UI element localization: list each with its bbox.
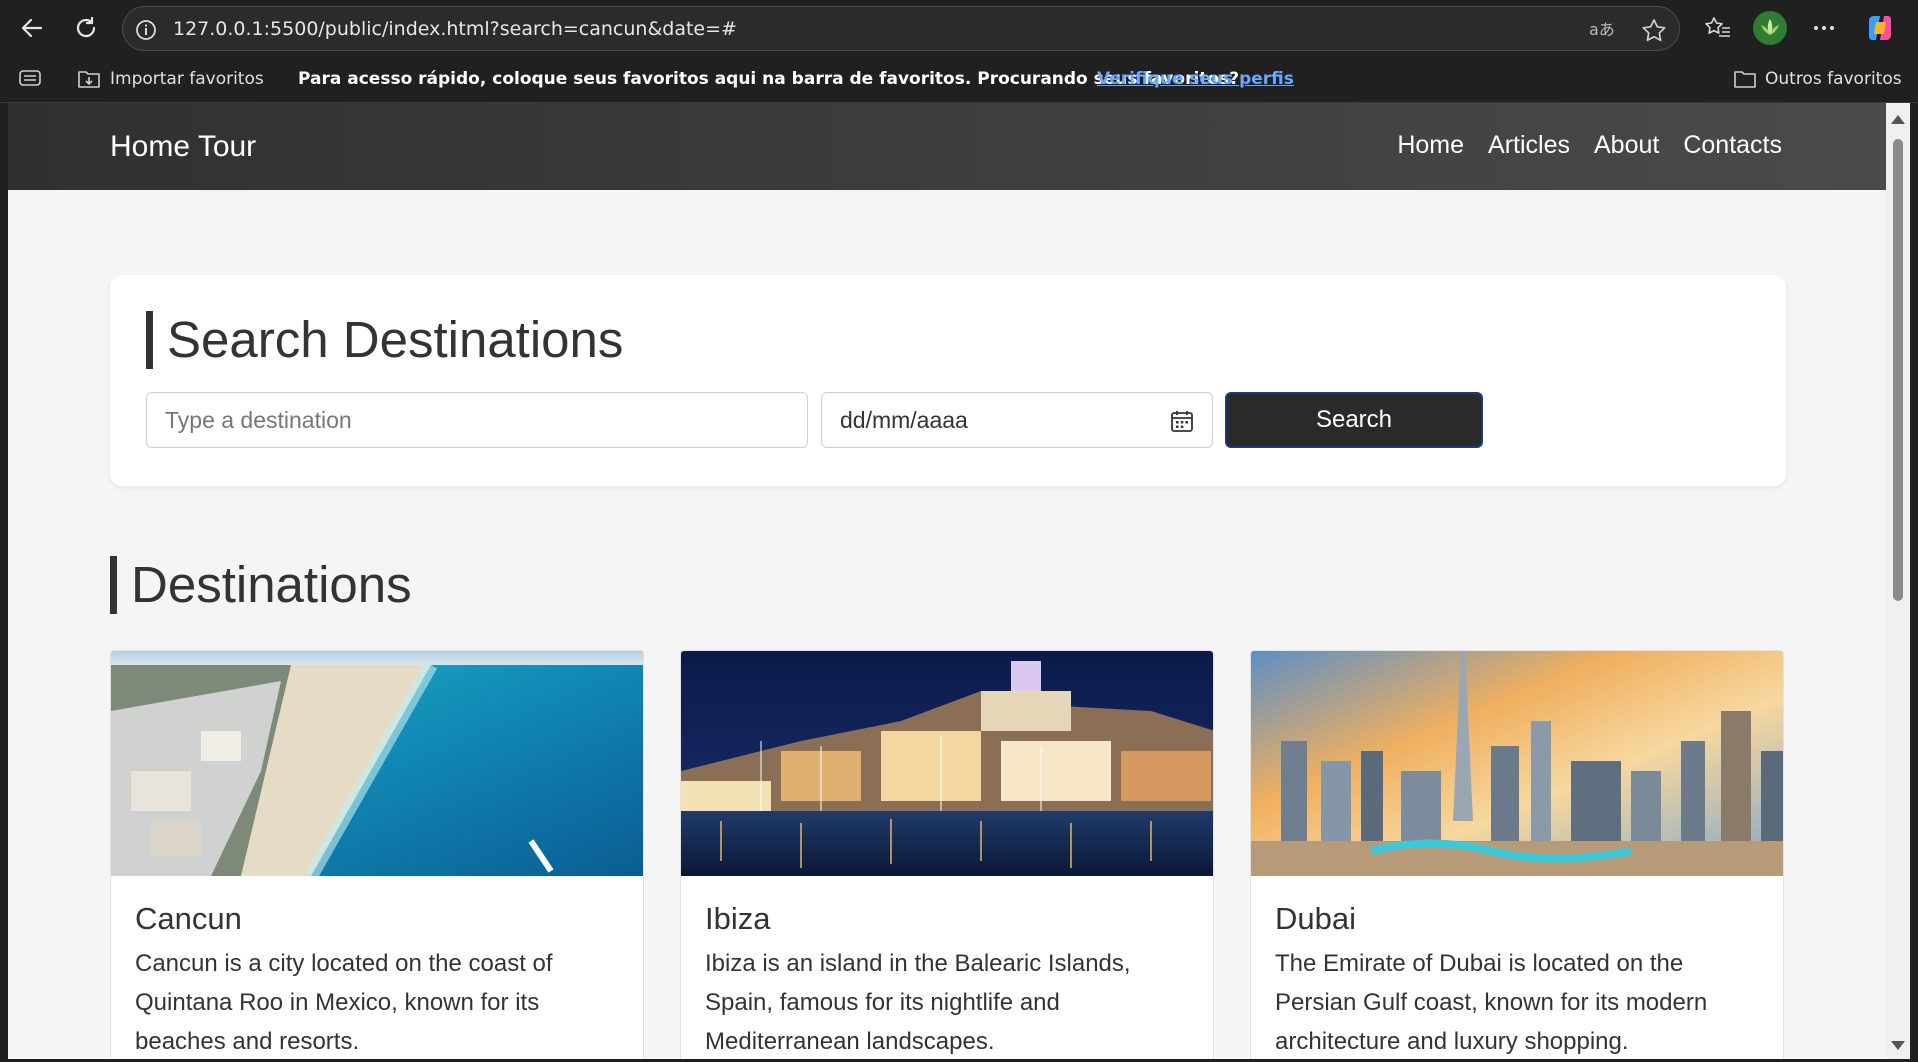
card-title: Cancun — [135, 901, 242, 936]
destination-input[interactable]: Type a destination — [146, 392, 808, 448]
page-viewport: Home Tour Home Articles About Contacts S… — [8, 103, 1886, 1059]
scroll-down-arrow-icon[interactable] — [1891, 1041, 1905, 1050]
card-description: The Emirate of Dubai is located on the P… — [1275, 950, 1708, 1055]
nav-home[interactable]: Home — [1397, 131, 1464, 160]
scroll-up-arrow-icon[interactable] — [1891, 115, 1905, 124]
card-title: Ibiza — [705, 901, 771, 936]
search-title: Search Destinations — [146, 311, 623, 369]
url-text[interactable]: 127.0.0.1:5500/public/index.html?search=… — [173, 18, 737, 40]
more-options-icon[interactable] — [1806, 10, 1842, 46]
search-card: Search Destinations Type a destination d… — [110, 275, 1786, 486]
check-profiles-link[interactable]: Verifique seus perfis — [1097, 69, 1294, 89]
search-button[interactable]: Search — [1225, 392, 1483, 448]
destinations-title: Destinations — [110, 556, 412, 614]
address-bar[interactable]: 127.0.0.1:5500/public/index.html?search=… — [122, 6, 1680, 51]
card-description: Ibiza is an island in the Balearic Islan… — [705, 950, 1131, 1055]
reload-icon[interactable] — [68, 10, 104, 46]
folder-icon[interactable] — [1732, 66, 1758, 95]
ibiza-harbor-image — [681, 651, 1213, 876]
scrollbar-thumb[interactable] — [1893, 139, 1903, 601]
import-favorites-icon[interactable] — [76, 66, 102, 95]
cancun-beach-image — [111, 651, 643, 876]
nav-articles[interactable]: Articles — [1488, 131, 1570, 160]
nav-about[interactable]: About — [1594, 131, 1659, 160]
page-scrollbar[interactable] — [1886, 103, 1910, 1059]
back-arrow-icon[interactable] — [14, 10, 50, 46]
destination-card-ibiza[interactable]: Ibiza Ibiza is an island in the Balearic… — [680, 650, 1214, 1059]
dubai-skyline-image — [1251, 651, 1783, 876]
copilot-icon[interactable] — [1862, 10, 1898, 46]
other-favorites-link[interactable]: Outros favoritos — [1765, 69, 1902, 89]
translate-icon[interactable]: aあ — [1589, 18, 1615, 47]
main-nav: Home Articles About Contacts — [1397, 131, 1782, 160]
svg-text:aあ: aあ — [1589, 20, 1615, 39]
date-input[interactable]: dd/mm/aaaa — [821, 392, 1213, 448]
date-value: dd/mm/aaaa — [840, 407, 968, 433]
site-header: Home Tour Home Articles About Contacts — [8, 103, 1886, 190]
brand-logo[interactable]: Home Tour — [110, 130, 256, 164]
import-favorites-link[interactable]: Importar favoritos — [110, 69, 264, 89]
calendar-icon[interactable] — [1170, 409, 1194, 439]
star-favorite-icon[interactable] — [1641, 18, 1667, 47]
card-title: Dubai — [1275, 901, 1356, 936]
favorites-bar: Importar favoritos Para acesso rápido, c… — [0, 56, 1918, 103]
browser-toolbar: 127.0.0.1:5500/public/index.html?search=… — [0, 0, 1918, 56]
favorites-icon[interactable] — [1700, 10, 1736, 46]
destination-card-dubai[interactable]: Dubai The Emirate of Dubai is located on… — [1250, 650, 1784, 1059]
tab-actions-icon[interactable] — [18, 67, 42, 94]
nav-contacts[interactable]: Contacts — [1683, 131, 1782, 160]
site-info-icon[interactable] — [135, 19, 157, 46]
card-description: Cancun is a city located on the coast of… — [135, 950, 553, 1055]
profile-avatar[interactable] — [1752, 10, 1788, 46]
destination-card-cancun[interactable]: Cancun Cancun is a city located on the c… — [110, 650, 644, 1059]
